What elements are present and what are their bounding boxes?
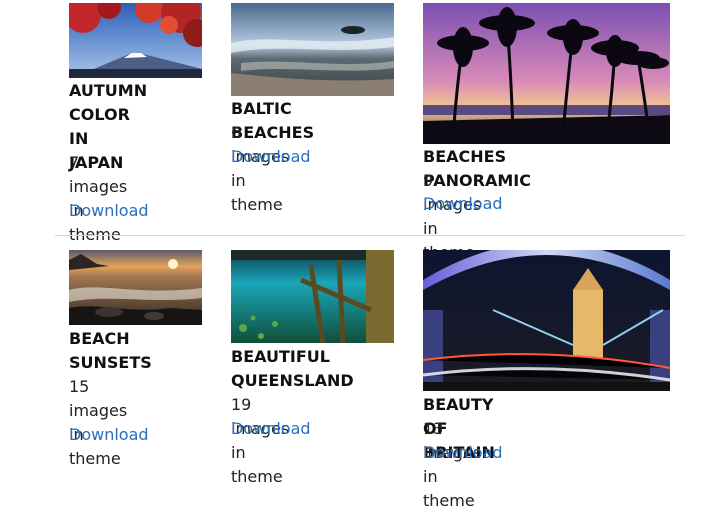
count-line: 19 images in theme	[231, 395, 290, 486]
download-link[interactable]: Download	[423, 441, 503, 465]
beach-sunsets-thumbnail[interactable]	[69, 250, 202, 325]
beauty-of-britain-thumbnail[interactable]	[423, 250, 670, 391]
image-count: 13 images in theme	[423, 417, 481, 513]
beautiful-queensland-thumbnail[interactable]	[231, 250, 394, 343]
row-divider	[55, 235, 685, 236]
count-line: 13 images in theme	[423, 419, 482, 510]
image-count: 6 images in theme	[231, 121, 289, 217]
image-count: 19 images in theme	[231, 393, 289, 489]
theme-title: BEAUTIFUL QUEENSLAND	[231, 345, 354, 393]
title-line: BEACH	[69, 329, 130, 348]
download-link[interactable]: Download	[69, 423, 149, 447]
autumn-japan-thumbnail[interactable]	[69, 3, 202, 78]
count-line: 6 images in theme	[231, 123, 290, 214]
title-line: COLOR IN	[69, 105, 130, 148]
download-link[interactable]: Download	[231, 417, 311, 441]
theme-title: BEACH SUNSETS	[69, 327, 152, 375]
title-line: SUNSETS	[69, 353, 152, 372]
download-link[interactable]: Download	[231, 145, 311, 169]
download-link[interactable]: Download	[423, 192, 503, 216]
download-link[interactable]: Download	[69, 199, 149, 223]
baltic-beaches-thumbnail[interactable]	[231, 3, 394, 96]
title-line: BEAUTIFUL	[231, 347, 330, 366]
title-line: QUEENSLAND	[231, 371, 354, 390]
title-line: AUTUMN	[69, 81, 148, 100]
count-line: theme	[69, 449, 121, 468]
beaches-panoramic-thumbnail[interactable]	[423, 3, 670, 144]
